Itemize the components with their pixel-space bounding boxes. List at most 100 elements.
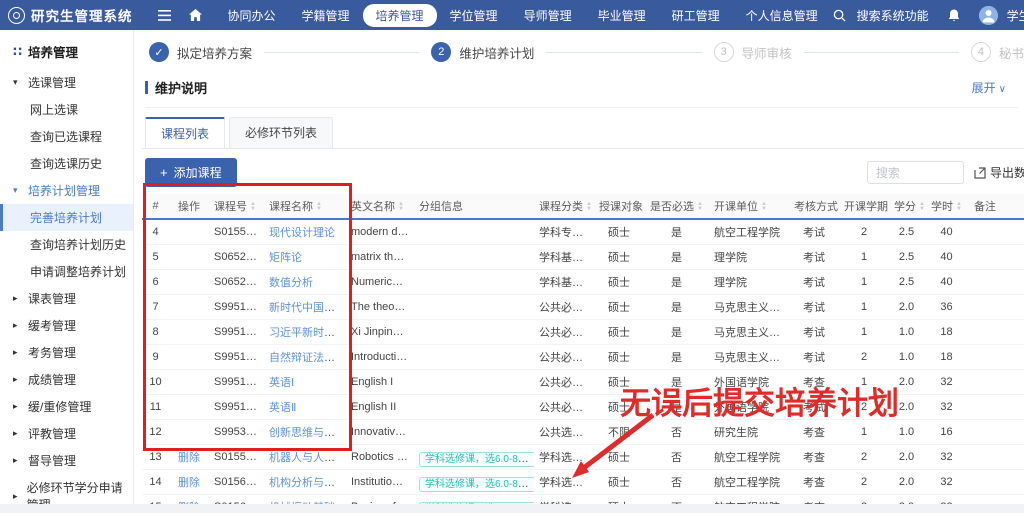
sort-icon[interactable]: ▲▼	[761, 202, 767, 212]
sort-icon[interactable]: ▲▼	[316, 202, 322, 212]
sort-icon[interactable]: ▲▼	[956, 202, 962, 212]
sidebar-group[interactable]: ▸督导管理	[0, 447, 133, 474]
cell-assessment: 考试	[789, 270, 839, 295]
caret-right-icon: ▸	[13, 455, 22, 466]
sidebar-group[interactable]: ▸缓考管理	[0, 312, 133, 339]
progress-stepper: ✓拟定培养方案2维护培养计划3导师审核4秘书	[142, 36, 1024, 71]
sort-icon[interactable]: ▲▼	[697, 202, 703, 212]
user-label[interactable]: 学生-在校 |	[1007, 7, 1024, 24]
avatar[interactable]	[979, 6, 998, 25]
cell-audience: 硕士	[594, 370, 644, 395]
delete-link[interactable]: 删除	[178, 477, 200, 489]
sidebar-item[interactable]: 查询培养计划历史	[0, 231, 133, 258]
course-name-link[interactable]: 矩阵论	[269, 252, 302, 264]
delete-link[interactable]: 删除	[178, 452, 200, 464]
column-header[interactable]: 开课学期▲▼	[839, 194, 889, 219]
sidebar-item[interactable]: 完善培养计划	[0, 204, 133, 231]
add-course-button[interactable]: + 添加课程	[145, 158, 237, 187]
search-icon[interactable]	[833, 9, 846, 22]
cell-category: 学科基础课	[534, 245, 594, 270]
sort-icon[interactable]: ▲▼	[250, 202, 256, 212]
sidebar-group[interactable]: ▸课表管理	[0, 285, 133, 312]
tab[interactable]: 课程列表	[145, 117, 225, 148]
nav-item[interactable]: 毕业管理	[585, 4, 659, 27]
nav-item[interactable]: 协同办公	[215, 4, 289, 27]
cell-action	[169, 320, 209, 345]
column-header[interactable]: 考核方式▲▼	[789, 194, 839, 219]
course-name-link[interactable]: 自然辩证法概...	[269, 352, 344, 364]
cell-assessment: 考查	[789, 495, 839, 505]
cell-action	[169, 295, 209, 320]
cell-credits: 2.0	[889, 445, 924, 470]
course-name-link[interactable]: 英语Ⅱ	[269, 402, 296, 414]
column-header[interactable]: 开课单位▲▼	[709, 194, 789, 219]
course-name-link[interactable]: 习近平新时代...	[269, 327, 344, 339]
course-name-link[interactable]: 英语Ⅰ	[269, 377, 294, 389]
nav-item[interactable]: 个人信息管理	[733, 4, 831, 27]
bell-icon[interactable]	[948, 9, 960, 22]
sidebar-group[interactable]: ▸考务管理	[0, 339, 133, 366]
column-header[interactable]: 是否必选▲▼	[644, 194, 709, 219]
column-header[interactable]: 学分▲▼	[889, 194, 924, 219]
menu-icon[interactable]	[158, 10, 171, 21]
cell-semester: 2	[839, 495, 889, 505]
tab-bar: 课程列表必修环节列表	[142, 117, 1024, 149]
group-info-badge: 学科选修课，选6.0-8.0学分	[419, 477, 534, 492]
sidebar-group-label: 成绩管理	[28, 371, 76, 388]
column-header[interactable]: 授课对象▲▼	[594, 194, 644, 219]
expand-link[interactable]: 展开∨	[972, 79, 1006, 96]
cell-course_name: 自然辩证法概...	[264, 345, 346, 370]
sidebar-group[interactable]: ▾培养计划管理	[0, 177, 133, 204]
sidebar-item[interactable]: 申请调整培养计划	[0, 258, 133, 285]
sidebar-item[interactable]: 网上选课	[0, 96, 133, 123]
cell-credits: 2.0	[889, 495, 924, 505]
sidebar-group[interactable]: ▸成绩管理	[0, 366, 133, 393]
table-search-input[interactable]	[867, 161, 964, 184]
sort-icon[interactable]: ▲▼	[586, 202, 592, 212]
table-row: 14删除S015602920机构分析与综...Institutional ...…	[142, 470, 1024, 495]
cell-remark	[969, 445, 1024, 470]
nav-item[interactable]: 培养管理	[363, 4, 437, 27]
cell-semester: 1	[839, 270, 889, 295]
course-name-link[interactable]: 机构分析与综...	[269, 477, 344, 489]
step: ✓拟定培养方案	[149, 42, 252, 62]
course-name-link[interactable]: 新时代中国特...	[269, 302, 344, 314]
column-header[interactable]: 课程名称▲▼	[264, 194, 346, 219]
sort-icon[interactable]: ▲▼	[919, 202, 924, 212]
column-header[interactable]: 课程号▲▼	[209, 194, 264, 219]
sidebar-group[interactable]: ▸必修环节学分申请管理	[0, 474, 133, 504]
sidebar-group[interactable]: ▸缓/重修管理	[0, 393, 133, 420]
cell-audience: 硕士	[594, 219, 644, 245]
cell-unit: 马克思主义学院	[709, 295, 789, 320]
sidebar-title: ∷培养管理	[0, 34, 133, 69]
nav-item[interactable]: 研工管理	[659, 4, 733, 27]
export-data-link[interactable]: 导出数据	[974, 164, 1024, 181]
course-name-link[interactable]: 机器人与人工...	[269, 452, 344, 464]
cell-index: 6	[142, 270, 169, 295]
nav-item[interactable]: 学籍管理	[289, 4, 363, 27]
sidebar-group[interactable]: ▸评教管理	[0, 420, 133, 447]
column-header[interactable]: 英文名称▲▼	[346, 194, 414, 219]
column-header[interactable]: 学时▲▼	[924, 194, 969, 219]
course-name-link[interactable]: 数值分析	[269, 277, 313, 289]
table-row: 4S015500725现代设计理论modern desig...学科专业课硕士是…	[142, 219, 1024, 245]
step-connector	[546, 52, 701, 53]
home-icon[interactable]	[189, 9, 202, 21]
sort-icon[interactable]: ▲▼	[398, 202, 404, 212]
nav-item[interactable]: 学位管理	[437, 4, 511, 27]
cell-assessment: 考查	[789, 420, 839, 445]
sidebar-item[interactable]: 查询选课历史	[0, 150, 133, 177]
course-name-link[interactable]: 现代设计理论	[269, 227, 335, 239]
cell-action	[169, 345, 209, 370]
sidebar-item[interactable]: 查询已选课程	[0, 123, 133, 150]
column-header[interactable]: 课程分类▲▼	[534, 194, 594, 219]
cell-category: 学科选修课	[534, 495, 594, 505]
course-name-link[interactable]: 创新思维与创...	[269, 427, 344, 439]
cell-course_no: S015603020	[209, 495, 264, 505]
cell-english_name: English I	[346, 370, 414, 395]
tab[interactable]: 必修环节列表	[229, 117, 333, 148]
nav-item[interactable]: 导师管理	[511, 4, 585, 27]
search-system-label[interactable]: 搜索系统功能	[857, 7, 929, 24]
sidebar-group[interactable]: ▾选课管理	[0, 69, 133, 96]
cell-semester: 2	[839, 219, 889, 245]
